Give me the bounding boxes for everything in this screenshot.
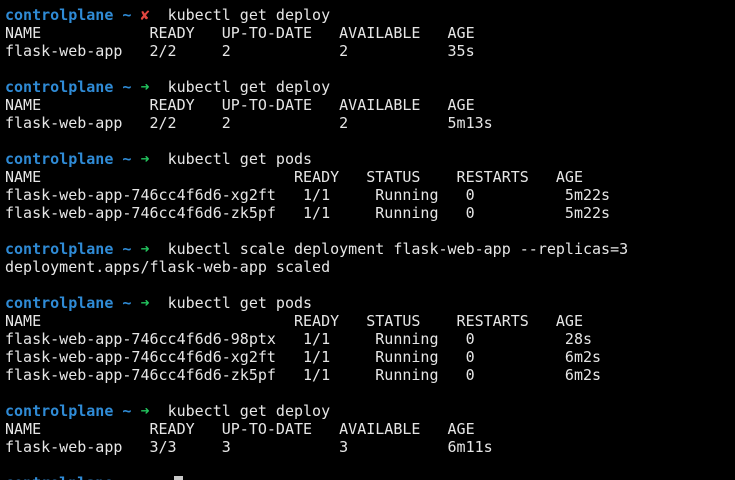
prompt-cwd: ~	[122, 402, 132, 420]
prompt-hostname: controlplane	[5, 6, 114, 24]
output-line: NAME READY UP-TO-DATE AVAILABLE AGE	[5, 24, 735, 42]
output-text: NAME READY STATUS RESTARTS AGE	[5, 168, 583, 186]
prompt-arrow-icon: ➜	[140, 150, 150, 168]
output-text: flask-web-app-746cc4f6d6-zk5pf 1/1 Runni…	[5, 366, 602, 384]
prompt-hostname: controlplane	[5, 402, 114, 420]
prompt-arrow-icon: ➜	[140, 78, 150, 96]
output-text: NAME READY UP-TO-DATE AVAILABLE AGE	[5, 24, 475, 42]
output-line: NAME READY STATUS RESTARTS AGE	[5, 168, 735, 186]
output-text: flask-web-app-746cc4f6d6-xg2ft 1/1 Runni…	[5, 186, 611, 204]
command-text: kubectl scale deployment flask-web-app -…	[167, 240, 629, 258]
output-line: NAME READY STATUS RESTARTS AGE	[5, 312, 735, 330]
output-text: deployment.apps/flask-web-app scaled	[5, 258, 331, 276]
prompt-cwd: ~	[122, 240, 132, 258]
prompt-cwd: ~	[122, 294, 132, 312]
output-line: flask-web-app 2/2 2 2 35s	[5, 42, 735, 60]
output-line: flask-web-app-746cc4f6d6-xg2ft 1/1 Runni…	[5, 348, 735, 366]
prompt-arrow-icon: ➜	[140, 294, 150, 312]
output-line: flask-web-app-746cc4f6d6-98ptx 1/1 Runni…	[5, 330, 735, 348]
output-line: NAME READY UP-TO-DATE AVAILABLE AGE	[5, 96, 735, 114]
output-text: flask-web-app 2/2 2 2 5m13s	[5, 114, 493, 132]
prompt-line: controlplane ~ ➜ kubectl get deploy	[5, 78, 735, 96]
output-text: NAME READY UP-TO-DATE AVAILABLE AGE	[5, 96, 475, 114]
terminal-window[interactable]: controlplane ~ ✘ kubectl get deploy NAME …	[0, 0, 735, 480]
prompt-cwd: ~	[122, 78, 132, 96]
terminal-output: controlplane ~ ✘ kubectl get deploy NAME …	[5, 6, 735, 480]
exit-fail-icon: ✘	[140, 6, 150, 24]
output-line: flask-web-app 3/3 3 3 6m11s	[5, 438, 735, 456]
output-line: flask-web-app-746cc4f6d6-xg2ft 1/1 Runni…	[5, 186, 735, 204]
output-text: flask-web-app 3/3 3 3 6m11s	[5, 438, 493, 456]
output-text: flask-web-app-746cc4f6d6-zk5pf 1/1 Runni…	[5, 204, 611, 222]
prompt-hostname: controlplane	[5, 240, 114, 258]
prompt-hostname: controlplane	[5, 150, 114, 168]
output-line: NAME READY UP-TO-DATE AVAILABLE AGE	[5, 420, 735, 438]
command-text: kubectl get deploy	[167, 402, 331, 420]
prompt-hostname: controlplane	[5, 294, 114, 312]
prompt-hostname: controlplane	[5, 78, 114, 96]
prompt-line: controlplane ~ ➜	[5, 474, 735, 480]
prompt-cwd: ~	[122, 6, 132, 24]
text-cursor[interactable]	[173, 475, 183, 480]
prompt-cwd: ~	[122, 150, 132, 168]
command-text: kubectl get pods	[167, 294, 313, 312]
prompt-line: controlplane ~ ➜ kubectl get pods	[5, 150, 735, 168]
command-text: kubectl get deploy	[167, 6, 331, 24]
output-text: NAME READY STATUS RESTARTS AGE	[5, 312, 583, 330]
output-line: flask-web-app 2/2 2 2 5m13s	[5, 114, 735, 132]
prompt-arrow-icon: ➜	[140, 240, 150, 258]
prompt-arrow-icon: ➜	[140, 402, 150, 420]
command-text: kubectl get deploy	[167, 78, 331, 96]
prompt-line: controlplane ~ ➜ kubectl get deploy	[5, 402, 735, 420]
output-text: flask-web-app 2/2 2 2 35s	[5, 42, 475, 60]
prompt-cwd: ~	[122, 474, 131, 480]
output-line: deployment.apps/flask-web-app scaled	[5, 258, 735, 276]
output-line: flask-web-app-746cc4f6d6-zk5pf 1/1 Runni…	[5, 204, 735, 222]
prompt-line: controlplane ~ ➜ kubectl get pods	[5, 294, 735, 312]
output-line: flask-web-app-746cc4f6d6-zk5pf 1/1 Runni…	[5, 366, 735, 384]
prompt-line: controlplane ~ ✘ kubectl get deploy	[5, 6, 735, 24]
prompt-hostname: controlplane	[5, 474, 113, 480]
output-text: NAME READY UP-TO-DATE AVAILABLE AGE	[5, 420, 475, 438]
output-text: flask-web-app-746cc4f6d6-98ptx 1/1 Runni…	[5, 330, 592, 348]
output-text: flask-web-app-746cc4f6d6-xg2ft 1/1 Runni…	[5, 348, 602, 366]
prompt-arrow-icon: ➜	[140, 474, 149, 480]
prompt-line: controlplane ~ ➜ kubectl scale deploymen…	[5, 240, 735, 258]
command-text: kubectl get pods	[167, 150, 313, 168]
